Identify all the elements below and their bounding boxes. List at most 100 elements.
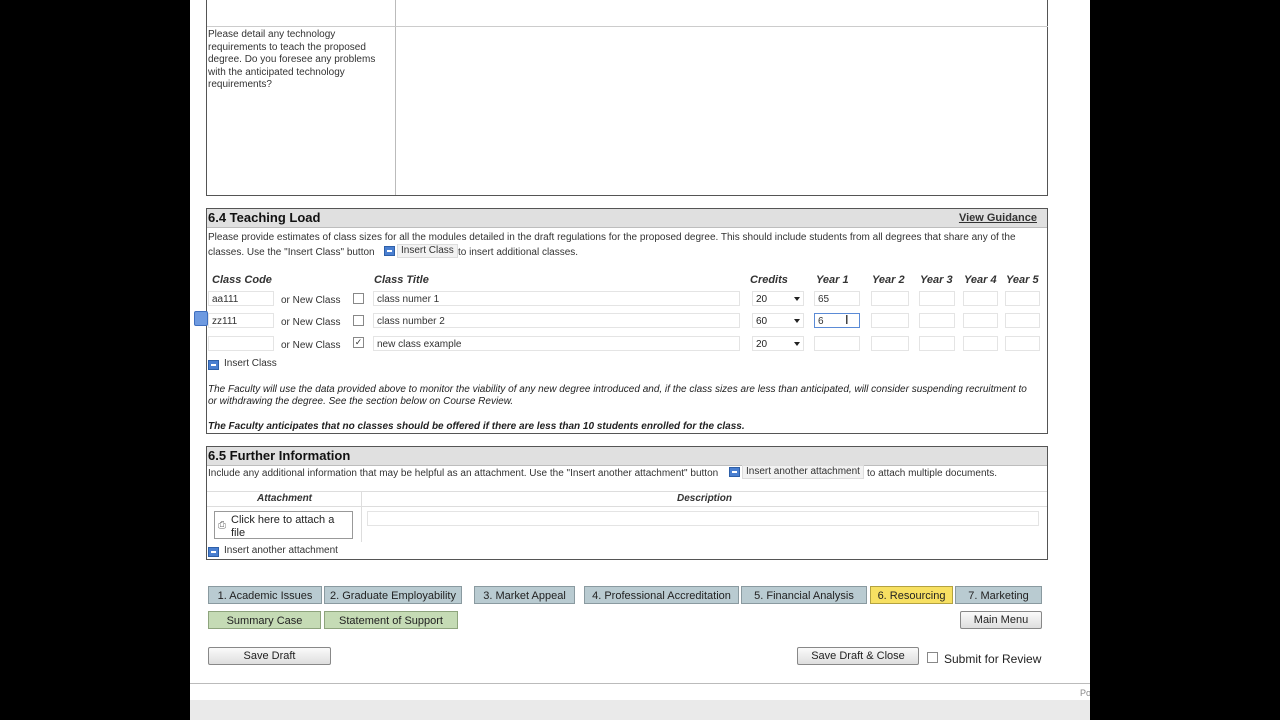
class-code-input[interactable] — [208, 336, 274, 351]
year5-input[interactable] — [1005, 291, 1040, 306]
text-cursor-icon: I — [845, 312, 849, 327]
insert-class-icon[interactable] — [384, 246, 395, 256]
dropdown-arrow-icon — [794, 342, 800, 346]
new-class-checkbox[interactable] — [353, 315, 364, 326]
col-year4: Year 4 — [964, 274, 997, 286]
technology-answer-textarea[interactable] — [395, 27, 1048, 195]
further-info-intro-a: Include any additional information that … — [208, 468, 719, 479]
col-year5: Year 5 — [1006, 274, 1039, 286]
dropdown-arrow-icon — [794, 319, 800, 323]
class-title-input[interactable]: new class example — [373, 336, 740, 351]
teaching-load-intro-line1: Please provide estimates of class sizes … — [208, 232, 1016, 243]
submit-review-checkbox[interactable] — [927, 652, 938, 663]
paperclip-icon: ⎙ — [218, 520, 226, 531]
tab-market-appeal[interactable]: 3. Market Appeal — [474, 586, 575, 604]
insert-class-icon[interactable] — [208, 360, 219, 370]
technology-section: Please detail any technology requirement… — [206, 0, 1048, 196]
view-guidance-link[interactable]: View Guidance — [959, 212, 1037, 224]
year3-input[interactable] — [919, 313, 955, 328]
class-code-input[interactable]: zz111 — [208, 313, 274, 328]
further-info-header: 6.5 Further Information — [207, 447, 1047, 466]
col-class-title: Class Title — [374, 274, 429, 286]
further-info-title: 6.5 Further Information — [208, 448, 351, 463]
year4-input[interactable] — [963, 291, 998, 306]
submit-review-label: Submit for Review — [944, 652, 1042, 666]
tab-resourcing[interactable]: 6. Resourcing — [870, 586, 953, 604]
teaching-load-intro-line2: classes. Use the "Insert Class" button — [208, 247, 375, 258]
col-year2: Year 2 — [872, 274, 905, 286]
class-title-input[interactable]: class number 2 — [373, 313, 740, 328]
or-new-class-label: or New Class — [281, 317, 341, 328]
save-draft-close-button[interactable]: Save Draft & Close — [797, 647, 919, 665]
teaching-load-section: 6.4 Teaching Load View Guidance Please p… — [206, 208, 1048, 434]
teaching-load-header: 6.4 Teaching Load View Guidance — [207, 209, 1047, 228]
col-attachment: Attachment — [257, 493, 313, 504]
description-input[interactable] — [367, 511, 1039, 526]
footer-text: Po — [1080, 688, 1090, 698]
tab-professional-accreditation[interactable]: 4. Professional Accreditation — [584, 586, 739, 604]
faculty-note-line2: or withdrawing the degree. See the secti… — [208, 396, 514, 407]
col-class-code: Class Code — [212, 274, 272, 286]
insert-class-link[interactable]: Insert Class — [224, 358, 277, 369]
or-new-class-label: or New Class — [281, 295, 341, 306]
or-new-class-label: or New Class — [281, 340, 341, 351]
form-page: Please detail any technology requirement… — [190, 0, 1090, 720]
year2-input[interactable] — [871, 313, 909, 328]
footer-bar — [190, 700, 1090, 720]
tab-financial-analysis[interactable]: 5. Financial Analysis — [741, 586, 867, 604]
col-year3: Year 3 — [920, 274, 953, 286]
credits-select[interactable]: 60 — [752, 313, 804, 328]
year2-input[interactable] — [871, 291, 909, 306]
column-divider — [361, 491, 362, 542]
col-year1: Year 1 — [816, 274, 849, 286]
further-info-section: 6.5 Further Information Include any addi… — [206, 446, 1048, 560]
insert-class-inline-button[interactable]: Insert Class — [397, 244, 458, 258]
credits-value: 20 — [756, 339, 768, 350]
insert-attachment-link[interactable]: Insert another attachment — [224, 545, 338, 556]
further-info-intro-b: to attach multiple documents. — [867, 468, 998, 479]
tab-marketing[interactable]: 7. Marketing — [955, 586, 1042, 604]
class-code-input[interactable]: aa111 — [208, 291, 274, 306]
main-menu-button[interactable]: Main Menu — [960, 611, 1042, 629]
credits-select[interactable]: 20 — [752, 336, 804, 351]
col-credits: Credits — [750, 274, 788, 286]
class-title-input[interactable]: class numer 1 — [373, 291, 740, 306]
faculty-note-line1: The Faculty will use the data provided a… — [208, 384, 1027, 395]
intro-text-a: classes. Use the "Insert Class" button — [208, 247, 375, 258]
credits-value: 60 — [756, 316, 768, 327]
year1-input[interactable] — [814, 336, 860, 351]
attach-file-button[interactable]: ⎙ Click here to attach a file — [214, 511, 353, 539]
credits-select[interactable]: 20 — [752, 291, 804, 306]
insert-attachment-inline-button[interactable]: Insert another attachment — [742, 465, 864, 479]
tab-graduate-employability[interactable]: 2. Graduate Employability — [324, 586, 462, 604]
year2-input[interactable] — [871, 336, 909, 351]
year5-input[interactable] — [1005, 336, 1040, 351]
row-handle-icon[interactable] — [194, 311, 208, 326]
year1-input[interactable]: 65 — [814, 291, 860, 306]
year3-input[interactable] — [919, 291, 955, 306]
col-description: Description — [677, 493, 733, 504]
footer-divider — [190, 683, 1090, 684]
faculty-note-bold: The Faculty anticipates that no classes … — [208, 421, 745, 432]
year5-input[interactable] — [1005, 313, 1040, 328]
previous-answer-area[interactable] — [395, 0, 1048, 27]
new-class-checkbox-checked[interactable]: ✓ — [353, 337, 364, 348]
dropdown-arrow-icon — [794, 297, 800, 301]
credits-value: 20 — [756, 294, 768, 305]
row-divider — [207, 26, 395, 27]
teaching-load-title: 6.4 Teaching Load — [208, 210, 321, 225]
year3-input[interactable] — [919, 336, 955, 351]
insert-attachment-icon[interactable] — [208, 547, 219, 557]
year4-input[interactable] — [963, 313, 998, 328]
year4-input[interactable] — [963, 336, 998, 351]
tab-summary-case[interactable]: Summary Case — [208, 611, 321, 629]
technology-question: Please detail any technology requirement… — [208, 29, 376, 90]
attachment-table-header — [207, 491, 1047, 507]
year1-input-focused[interactable]: 6 — [814, 313, 860, 328]
tab-academic-issues[interactable]: 1. Academic Issues — [208, 586, 322, 604]
tab-statement-of-support[interactable]: Statement of Support — [324, 611, 458, 629]
new-class-checkbox[interactable] — [353, 293, 364, 304]
intro-text-b: to insert additional classes. — [458, 247, 579, 258]
insert-attachment-icon[interactable] — [729, 467, 740, 477]
save-draft-button[interactable]: Save Draft — [208, 647, 331, 665]
